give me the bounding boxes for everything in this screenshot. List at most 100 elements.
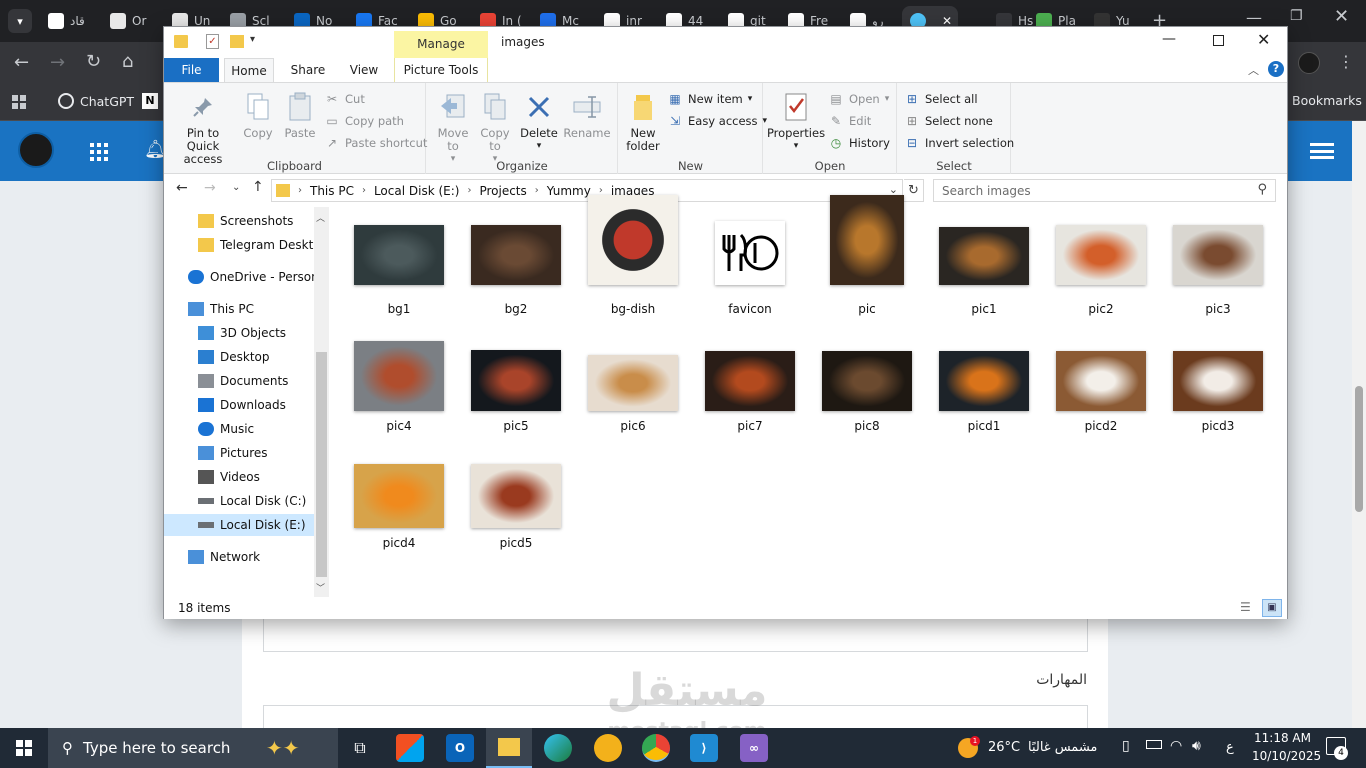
yellow-app-icon[interactable]: [594, 734, 622, 762]
search-icon[interactable]: ⚲: [1257, 182, 1267, 197]
bookmark-chatgpt[interactable]: ChatGPT: [58, 93, 134, 109]
properties-button[interactable]: Properties ▾: [766, 91, 826, 153]
nav-item[interactable]: OneDrive - Persona: [164, 266, 314, 288]
forward-arrow-icon[interactable]: →: [204, 180, 216, 196]
hamburger-menu-icon[interactable]: [1310, 143, 1334, 159]
address-bar[interactable]: › This PC › Local Disk (E:) › Projects ›…: [271, 179, 903, 202]
history-button[interactable]: ◷ History: [828, 135, 890, 151]
tab-picture-tools[interactable]: Picture Tools: [394, 58, 488, 82]
breadcrumb-local-disk[interactable]: Local Disk (E:): [374, 184, 460, 198]
browser-tab[interactable]: Or: [110, 8, 164, 34]
grid-menu-icon[interactable]: [90, 143, 108, 161]
nav-item[interactable]: This PC: [164, 298, 314, 320]
file-item[interactable]: pic8: [812, 324, 922, 444]
file-item[interactable]: picd4: [344, 441, 454, 561]
explorer-close-button[interactable]: ✕: [1257, 30, 1270, 49]
taskbar-search-box[interactable]: ⚲ Type here to search ✦✦: [48, 728, 338, 768]
back-arrow-icon[interactable]: ←: [176, 180, 188, 196]
nav-item[interactable]: 3D Objects: [164, 322, 314, 344]
copy-path-button[interactable]: ▭ Copy path: [324, 113, 404, 129]
delete-button[interactable]: Delete ▾: [519, 91, 559, 153]
chrome-icon[interactable]: [642, 734, 670, 762]
refresh-icon[interactable]: ↻: [904, 179, 924, 202]
file-item[interactable]: picd1: [929, 324, 1039, 444]
explorer-minimize-button[interactable]: —: [1162, 31, 1176, 47]
qat-dropdown-icon[interactable]: ▾: [250, 34, 255, 45]
manage-contextual-tab[interactable]: Manage: [394, 31, 488, 58]
battery-icon[interactable]: [1146, 740, 1162, 749]
edge-icon[interactable]: [544, 734, 572, 762]
up-arrow-icon[interactable]: ↑: [252, 179, 264, 195]
volume-icon[interactable]: 🔊︎: [1192, 738, 1201, 754]
breadcrumb-yummy[interactable]: Yummy: [547, 184, 591, 198]
file-item[interactable]: pic: [812, 195, 922, 327]
copy-button[interactable]: Copy: [240, 91, 276, 140]
nav-item[interactable]: Local Disk (C:): [164, 490, 314, 512]
file-explorer-taskbar-icon[interactable]: [486, 728, 532, 768]
file-item[interactable]: bg1: [344, 207, 454, 327]
window-restore-button[interactable]: ❐: [1290, 8, 1303, 24]
nav-item[interactable]: Pictures: [164, 442, 314, 464]
new-folder-button[interactable]: New folder: [623, 91, 663, 153]
clock-time[interactable]: 11:18 AM: [1254, 731, 1311, 745]
task-view-icon[interactable]: ⧉: [346, 734, 374, 762]
clock-date[interactable]: 10/10/2025: [1252, 749, 1321, 763]
paste-button[interactable]: Paste: [280, 91, 320, 140]
easy-access-button[interactable]: ⇲ Easy access ▾: [667, 113, 767, 129]
reload-icon[interactable]: ↻: [86, 53, 101, 71]
new-folder-qat-icon[interactable]: [230, 35, 244, 48]
file-item[interactable]: pic6: [578, 324, 688, 444]
vscode-icon[interactable]: ⟩: [690, 734, 718, 762]
nav-item[interactable]: Desktop: [164, 346, 314, 368]
nav-item[interactable]: Network: [164, 546, 314, 568]
tab-home[interactable]: Home: [224, 58, 274, 82]
page-scrollbar-thumb[interactable]: [1355, 386, 1363, 512]
breadcrumb-projects[interactable]: Projects: [479, 184, 526, 198]
nav-item[interactable]: Telegram Desktop: [164, 234, 314, 256]
file-item[interactable]: pic3: [1163, 207, 1273, 327]
details-view-icon[interactable]: ☰: [1240, 600, 1251, 614]
home-icon[interactable]: ⌂: [122, 53, 133, 71]
edit-button[interactable]: ✎ Edit: [828, 113, 871, 129]
file-item[interactable]: picd3: [1163, 324, 1273, 444]
properties-qat-icon[interactable]: ✓: [206, 34, 219, 49]
new-item-button[interactable]: ▦ New item ▾: [667, 91, 752, 107]
file-item[interactable]: pic7: [695, 324, 805, 444]
nav-item[interactable]: Videos: [164, 466, 314, 488]
file-item[interactable]: pic1: [929, 207, 1039, 327]
help-icon[interactable]: ?: [1268, 61, 1284, 77]
invert-selection-button[interactable]: ⊟ Invert selection: [904, 135, 1014, 151]
tab-search-button[interactable]: ▾: [8, 9, 32, 33]
file-item[interactable]: bg-dish: [578, 195, 688, 327]
phone-link-icon[interactable]: ▯: [1122, 738, 1130, 754]
explorer-maximize-button[interactable]: [1213, 35, 1224, 46]
nav-item[interactable]: Screenshots: [164, 210, 314, 232]
bookmark-all[interactable]: Bookmarks: [1292, 93, 1362, 108]
navigation-pane-scrollbar[interactable]: ︿ ﹀: [314, 207, 329, 597]
window-minimize-button[interactable]: —: [1246, 8, 1262, 27]
recent-locations-icon[interactable]: ⌄: [232, 182, 240, 193]
select-all-button[interactable]: ⊞ Select all: [904, 91, 978, 107]
file-item[interactable]: picd5: [461, 441, 571, 561]
back-icon[interactable]: ←: [14, 54, 29, 72]
rename-button[interactable]: Rename: [563, 91, 611, 140]
paste-shortcut-button[interactable]: ↗ Paste shortcut: [324, 135, 427, 151]
file-item[interactable]: bg2: [461, 207, 571, 327]
tab-file[interactable]: File: [164, 58, 219, 82]
copy-to-button[interactable]: Copy to ▾: [475, 91, 515, 166]
menu-icon[interactable]: ⋮: [1338, 53, 1354, 71]
select-none-button[interactable]: ⊞ Select none: [904, 113, 993, 129]
microsoft-store-icon[interactable]: [396, 734, 424, 762]
outlook-icon[interactable]: O: [446, 734, 474, 762]
visual-studio-icon[interactable]: ∞: [740, 734, 768, 762]
pin-quick-access-button[interactable]: Pin to Quick access: [170, 91, 236, 166]
nav-item[interactable]: Downloads: [164, 394, 314, 416]
window-close-button[interactable]: ✕: [1334, 6, 1349, 27]
file-item[interactable]: picd2: [1046, 324, 1156, 444]
wifi-icon[interactable]: ◠: [1170, 738, 1182, 754]
forward-icon[interactable]: →: [50, 54, 65, 72]
large-icons-view-icon[interactable]: ▣: [1262, 599, 1282, 617]
tab-view[interactable]: View: [336, 58, 392, 82]
nav-item[interactable]: Documents: [164, 370, 314, 392]
tab-share[interactable]: Share: [280, 58, 336, 82]
